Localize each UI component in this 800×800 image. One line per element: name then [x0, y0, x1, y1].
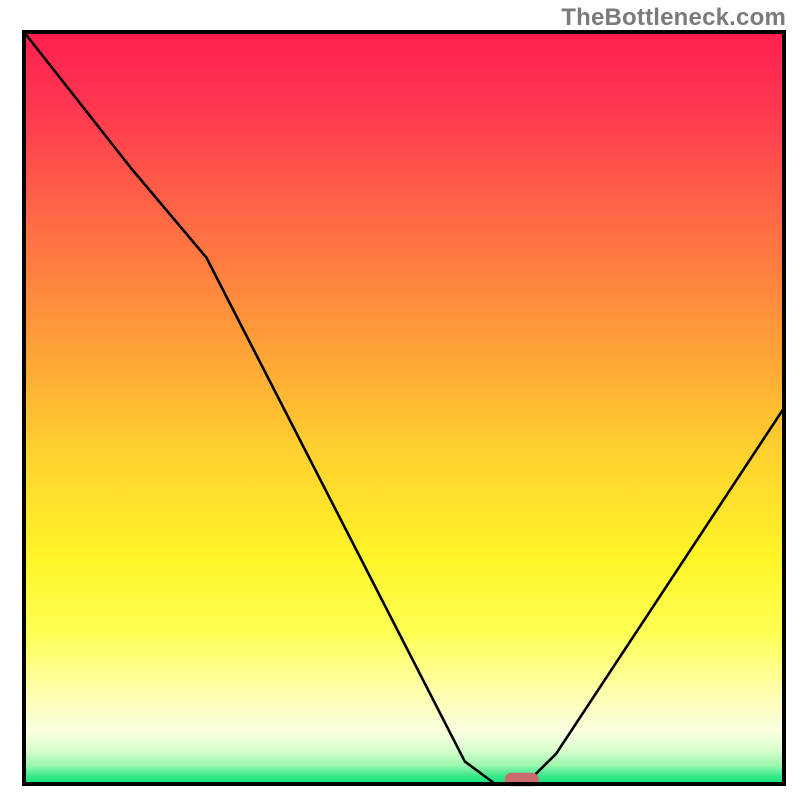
gradient-background — [24, 32, 784, 784]
watermark-text: TheBottleneck.com — [561, 4, 786, 32]
chart-svg — [0, 0, 800, 800]
chart-stage: TheBottleneck.com — [0, 0, 800, 800]
